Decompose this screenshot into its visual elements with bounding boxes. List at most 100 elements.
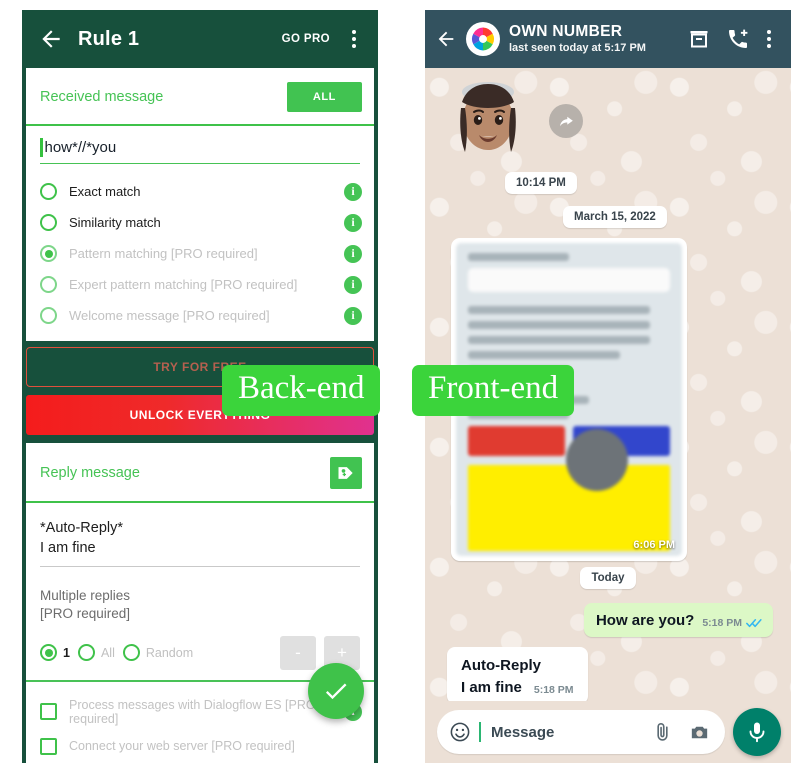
received-message-header: Received message ALL xyxy=(26,68,374,126)
multiple-replies-title-line1: Multiple replies xyxy=(40,588,131,604)
checkbox-label: Process messages with Dialogflow ES [PRO… xyxy=(69,697,316,726)
screenshot-stage: Rule 1 GO PRO Received message ALL how*/… xyxy=(0,0,800,771)
multi-option-label: 1 xyxy=(63,645,70,660)
outgoing-message-bubble[interactable]: How are you? 5:18 PM xyxy=(583,603,773,637)
date-chip: March 15, 2022 xyxy=(563,206,667,228)
go-pro-button[interactable]: GO PRO xyxy=(282,33,330,45)
incoming-autoreply-bubble[interactable]: Auto-Reply I am fine 5:18 PM xyxy=(447,647,588,701)
pattern-input[interactable]: how*//*you xyxy=(40,138,360,164)
option-label: Welcome message [PRO required] xyxy=(69,308,270,323)
blurred-line xyxy=(468,306,650,314)
blurred-circle xyxy=(566,429,628,491)
reply-text-lines: *Auto-Reply* I am fine xyxy=(40,519,360,568)
emoji-icon[interactable] xyxy=(449,721,471,743)
option-exact-match[interactable]: Exact match i xyxy=(40,176,362,207)
reply-text-field[interactable]: *Auto-Reply* I am fine xyxy=(26,503,374,575)
info-icon[interactable]: i xyxy=(344,182,362,201)
message-input-container[interactable]: Message xyxy=(437,710,725,754)
contact-info[interactable]: OWN NUMBER last seen today at 5:17 PM xyxy=(509,23,672,55)
forward-button[interactable] xyxy=(549,104,583,138)
back-arrow-icon[interactable] xyxy=(435,28,457,50)
reply-message-header: Reply message xyxy=(26,443,374,503)
multi-option-all[interactable]: All xyxy=(77,644,115,662)
reply-line-1: *Auto-Reply* xyxy=(40,520,124,536)
option-welcome-message[interactable]: Welcome message [PRO required] i xyxy=(40,300,362,331)
radio-multi-1[interactable] xyxy=(40,644,57,662)
pattern-input-value: how*//*you xyxy=(44,139,117,156)
chat-input-bar: Message xyxy=(425,701,791,763)
forward-icon xyxy=(559,116,573,126)
info-icon[interactable]: i xyxy=(344,275,362,294)
info-icon[interactable]: i xyxy=(344,306,362,325)
match-options-list: Exact match i Similarity match i Pattern… xyxy=(26,170,374,341)
checkbox-webserver[interactable] xyxy=(40,737,57,755)
sticker-message-row xyxy=(435,76,781,166)
radio-expert-pattern-matching[interactable] xyxy=(40,276,57,293)
received-message-card: Received message ALL how*//*you Exact ma… xyxy=(26,68,374,341)
text-cursor xyxy=(40,138,43,157)
backend-overlay-label: Back-end xyxy=(222,365,381,416)
outgoing-message-time: 5:18 PM xyxy=(702,617,742,629)
memoji-sticker[interactable] xyxy=(441,78,533,164)
radio-similarity-match[interactable] xyxy=(40,214,57,231)
reply-message-card: Reply message *Auto-Reply* I am fine Mul… xyxy=(26,443,374,771)
radio-multi-random[interactable] xyxy=(122,644,140,662)
contact-name: OWN NUMBER xyxy=(509,22,623,40)
incoming-line-1: Auto-Reply xyxy=(461,657,541,674)
frontend-overlay-label: Front-end xyxy=(412,365,575,416)
decrement-button[interactable]: - xyxy=(280,635,316,670)
multi-option-random[interactable]: Random xyxy=(122,644,194,662)
option-similarity-match[interactable]: Similarity match i xyxy=(40,207,362,238)
app-toolbar: Rule 1 GO PRO xyxy=(22,10,378,68)
incoming-line-2-row: I am fine 5:18 PM xyxy=(461,679,574,696)
blurred-line xyxy=(468,321,650,329)
call-add-icon[interactable] xyxy=(726,27,750,51)
whatsapp-toolbar: OWN NUMBER last seen today at 5:17 PM xyxy=(425,10,791,68)
radio-exact-match[interactable] xyxy=(40,183,57,200)
overflow-menu-icon[interactable] xyxy=(759,30,779,48)
store-icon[interactable] xyxy=(687,27,711,51)
checkbox-label: Connect your web server [PRO required] xyxy=(69,739,295,754)
contact-status: last seen today at 5:17 PM xyxy=(509,41,646,54)
multiple-replies-title-line2: [PRO required] xyxy=(40,606,131,622)
multiple-replies-title: Multiple replies [PRO required] xyxy=(40,587,360,623)
pattern-input-wrap: how*//*you xyxy=(26,126,374,170)
info-icon[interactable]: i xyxy=(344,213,362,232)
profile-avatar-icon xyxy=(468,24,498,54)
reply-tag-icon[interactable] xyxy=(330,457,362,489)
radio-welcome-message[interactable] xyxy=(40,307,57,324)
checkbox-row-webserver[interactable]: Connect your web server [PRO required] xyxy=(40,732,362,761)
message-input-placeholder: Message xyxy=(491,723,555,741)
image-message-time: 6:06 PM xyxy=(633,539,675,551)
checkbox-dialogflow[interactable] xyxy=(40,703,57,721)
overflow-menu-icon[interactable] xyxy=(344,30,364,48)
option-label: Pattern matching [PRO required] xyxy=(69,246,258,261)
check-icon xyxy=(325,683,347,700)
microphone-button[interactable] xyxy=(733,708,781,756)
info-icon[interactable]: i xyxy=(344,244,362,263)
blurred-line xyxy=(468,253,569,261)
option-expert-pattern-matching[interactable]: Expert pattern matching [PRO required] i xyxy=(40,269,362,300)
outgoing-message-meta: 5:18 PM xyxy=(702,617,763,629)
radio-multi-all[interactable] xyxy=(77,644,95,662)
blurred-line xyxy=(468,336,650,344)
microphone-icon xyxy=(749,722,765,743)
reply-line-2: I am fine xyxy=(40,539,96,556)
contact-avatar[interactable] xyxy=(466,22,500,56)
camera-icon[interactable] xyxy=(688,721,711,744)
option-label: Exact match xyxy=(69,184,141,199)
all-filter-button[interactable]: ALL xyxy=(286,82,362,112)
blurred-red-button xyxy=(468,426,565,456)
multi-option-label: Random xyxy=(145,645,194,660)
save-fab-button[interactable] xyxy=(308,663,364,719)
option-label: Expert pattern matching [PRO required] xyxy=(69,277,298,292)
radio-pattern-matching[interactable] xyxy=(40,245,57,262)
double-check-read-icon xyxy=(746,619,762,628)
time-chip: 10:14 PM xyxy=(505,172,577,194)
multi-option-1[interactable]: 1 xyxy=(40,644,70,662)
multiple-replies-controls: 1 All Random - + xyxy=(40,635,360,670)
back-arrow-icon[interactable] xyxy=(38,26,64,52)
blurred-field xyxy=(468,268,670,292)
paperclip-icon[interactable] xyxy=(651,721,674,744)
option-pattern-matching[interactable]: Pattern matching [PRO required] i xyxy=(40,238,362,269)
